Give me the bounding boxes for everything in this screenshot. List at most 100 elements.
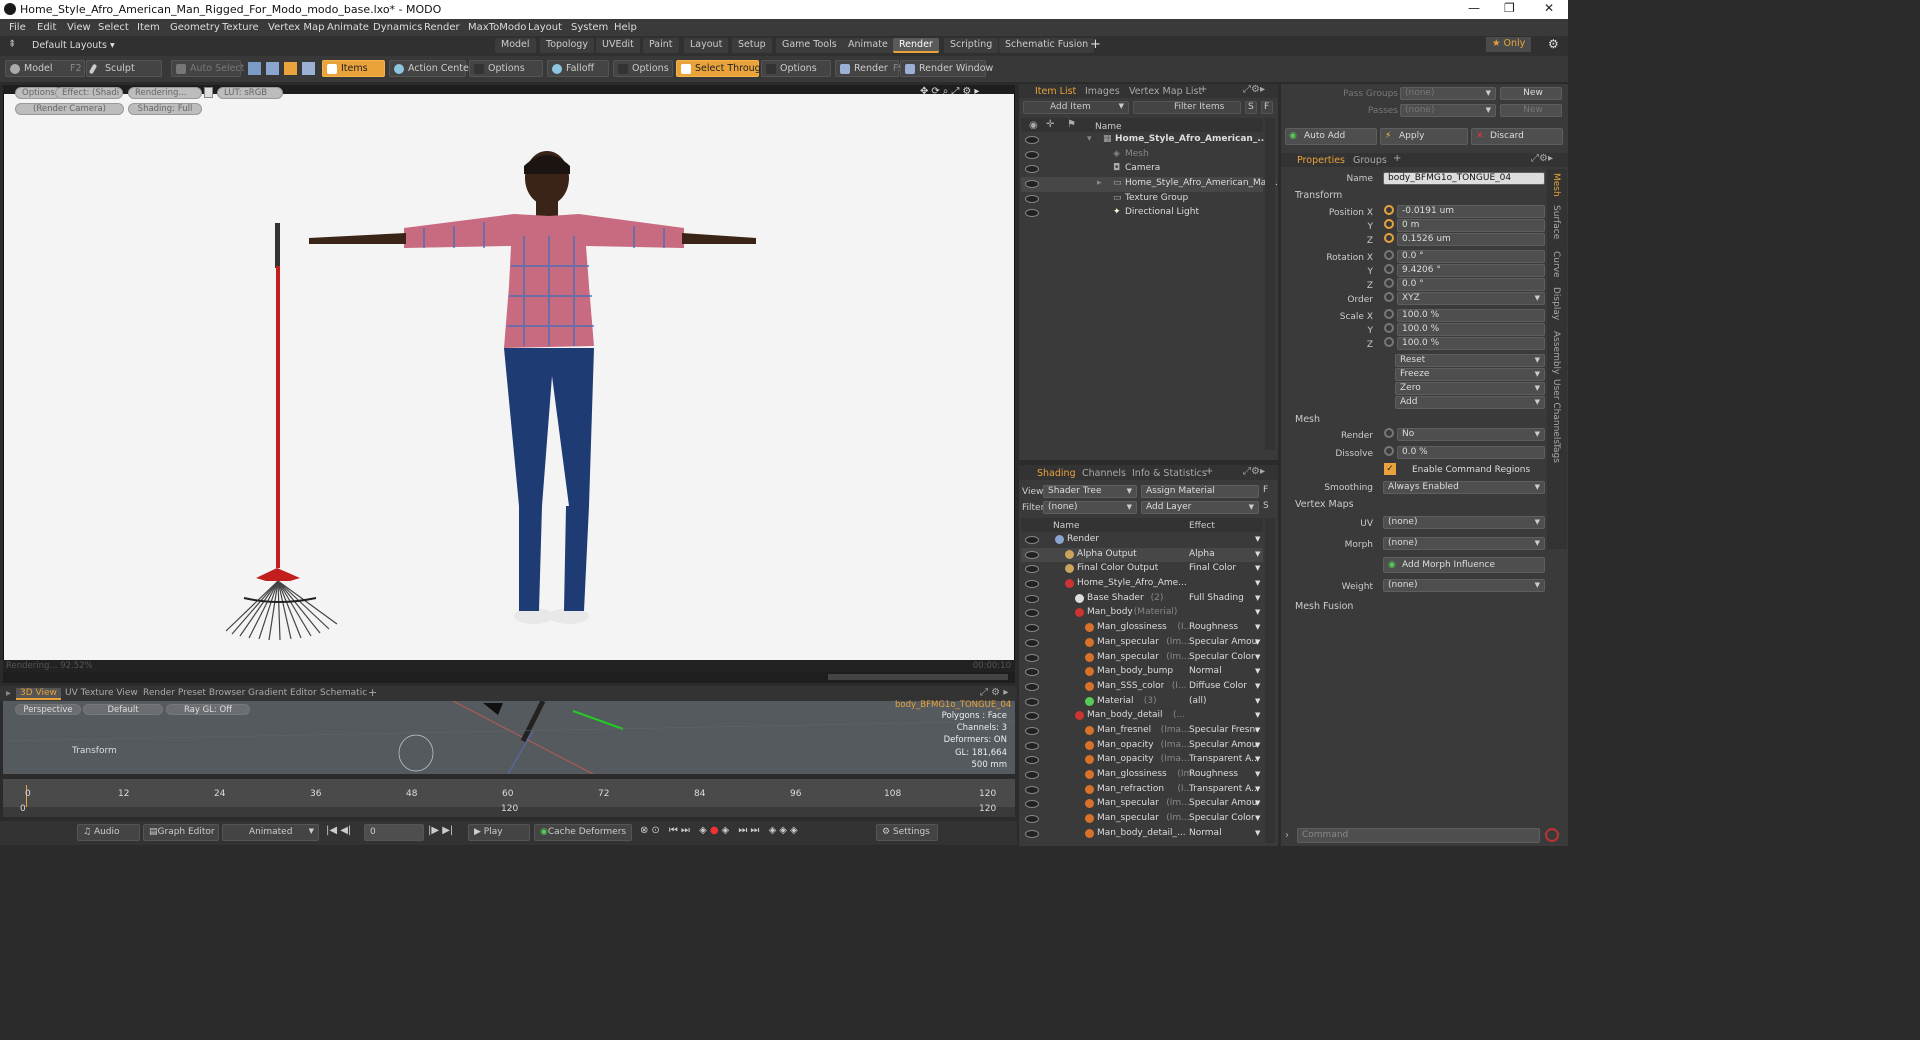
- shader-row[interactable]: Man_refraction (I... Transparent A... ▼: [1021, 783, 1263, 798]
- select-through-button[interactable]: Select Through: [676, 60, 767, 77]
- item-name-input[interactable]: body_BFMG1o_TONGUE_04: [1383, 172, 1545, 185]
- zero-dropdown[interactable]: Zero: [1395, 382, 1545, 395]
- render-window-button[interactable]: Render Window: [900, 60, 993, 77]
- edges-icon[interactable]: [266, 62, 279, 75]
- vertex-maps-section[interactable]: Vertex Maps: [1295, 499, 1354, 510]
- freeze-dropdown[interactable]: Freeze: [1395, 368, 1545, 381]
- shader-row-effect[interactable]: Specular Color: [1189, 813, 1255, 823]
- assign-material-button[interactable]: Assign Material: [1141, 485, 1259, 498]
- tab-animate[interactable]: Animate: [842, 38, 894, 53]
- uv-dropdown[interactable]: (none): [1383, 516, 1545, 529]
- shader-row-effect[interactable]: (all): [1189, 696, 1207, 706]
- default-layouts-menu[interactable]: Default Layouts ▾: [32, 40, 115, 51]
- shader-row-effect[interactable]: Transparent A...: [1189, 754, 1257, 764]
- shader-row[interactable]: Alpha Output Alpha ▼: [1021, 547, 1263, 563]
- gear-icon[interactable]: ⚙: [1548, 37, 1559, 51]
- bottom-panel-icon[interactable]: ▸: [6, 688, 11, 699]
- menu-layout[interactable]: Layout: [528, 22, 562, 33]
- animated-dropdown[interactable]: Animated: [222, 824, 319, 841]
- vertices-icon[interactable]: [248, 62, 261, 75]
- effect-dropdown-icon[interactable]: ▼: [1255, 535, 1260, 543]
- tab-properties[interactable]: Properties: [1297, 155, 1345, 166]
- shader-row[interactable]: Final Color Output Final Color ▼: [1021, 562, 1263, 577]
- keyframe-tools-icons[interactable]: ⊗⊙ ⏮⏭ ◈●◈ ⏭⏭ ◈◈◈: [640, 825, 801, 836]
- auto-select-button[interactable]: Auto Select: [171, 60, 244, 77]
- audio-button[interactable]: ♫ Audio: [77, 824, 140, 841]
- effect-dropdown-icon[interactable]: ▼: [1255, 638, 1260, 646]
- tab-schematic-fusion[interactable]: Schematic Fusion: [999, 38, 1095, 53]
- menu-geometry[interactable]: Geometry: [170, 22, 220, 33]
- frame-input[interactable]: 0: [364, 824, 424, 841]
- shader-row[interactable]: Man_body (Material) ▼: [1021, 606, 1263, 621]
- dissolve-anim-icon[interactable]: [1384, 446, 1394, 456]
- tab-game-tools[interactable]: Game Tools: [776, 38, 843, 53]
- falloff-button[interactable]: Falloff: [547, 60, 609, 77]
- effect-dropdown-icon[interactable]: ▼: [1255, 564, 1260, 572]
- visibility-eye-icon[interactable]: [1025, 638, 1039, 647]
- shader-row-effect[interactable]: Normal: [1189, 666, 1222, 676]
- visibility-eye-icon[interactable]: [1025, 580, 1039, 589]
- effect-dropdown-icon[interactable]: ▼: [1255, 623, 1260, 631]
- visibility-eye-icon[interactable]: [1025, 726, 1039, 735]
- passes-dropdown[interactable]: (none): [1400, 104, 1496, 117]
- expand-arrow-icon[interactable]: ▾: [1087, 134, 1092, 144]
- auto-add-button[interactable]: ◉ Auto Add: [1285, 128, 1377, 145]
- add-transform-dropdown[interactable]: Add: [1395, 396, 1545, 409]
- shader-row-effect[interactable]: Specular Amou...: [1189, 740, 1257, 750]
- shader-row-effect[interactable]: Final Color: [1189, 563, 1236, 573]
- default-shading-button[interactable]: Default: [83, 704, 163, 715]
- scale-x-field[interactable]: 100.0 %: [1397, 309, 1545, 322]
- maximize-button[interactable]: ❐: [1504, 1, 1515, 15]
- side-tab-surface[interactable]: Surface: [1551, 205, 1561, 239]
- panel-menu-icons[interactable]: ⤢⚙▸: [1531, 153, 1553, 164]
- visibility-eye-icon[interactable]: [1025, 609, 1039, 618]
- visibility-eye-icon[interactable]: [1025, 194, 1039, 203]
- tab-uvedit[interactable]: UVEdit: [596, 38, 640, 53]
- shader-row[interactable]: Man_body_detail_... Normal ▼: [1021, 827, 1263, 842]
- shader-row-effect[interactable]: Specular Amou...: [1189, 798, 1257, 808]
- mesh-render-dropdown[interactable]: No: [1397, 428, 1545, 441]
- visibility-eye-icon[interactable]: [1025, 712, 1039, 721]
- scale-y-field[interactable]: 100.0 %: [1397, 323, 1545, 336]
- settings-button[interactable]: ⚙ Settings: [876, 824, 938, 841]
- item-list-scrollbar[interactable]: [1265, 118, 1275, 450]
- menu-texture[interactable]: Texture: [222, 22, 259, 33]
- shader-row-effect[interactable]: Roughness: [1189, 622, 1238, 632]
- select-options-button[interactable]: Options: [761, 60, 831, 77]
- scale-x-anim-icon[interactable]: [1384, 309, 1394, 319]
- cache-deformers-button[interactable]: ◉Cache Deformers: [534, 824, 632, 841]
- scale-z-field[interactable]: 100.0 %: [1397, 337, 1545, 350]
- tab-schematic[interactable]: Schematic: [316, 688, 371, 698]
- shading-full-button[interactable]: Shading: Full: [128, 103, 202, 115]
- menu-render[interactable]: Render: [424, 22, 460, 33]
- play-button[interactable]: ▶ Play: [468, 824, 530, 841]
- side-tab-assembly[interactable]: Assembly: [1551, 331, 1561, 374]
- 3d-view[interactable]: Perspective Default Ray GL: Off Transfor…: [3, 700, 1015, 774]
- position-z-anim-icon[interactable]: [1384, 233, 1394, 243]
- menu-item[interactable]: Item: [137, 22, 160, 33]
- enable-command-regions-checkbox[interactable]: ✓: [1384, 463, 1396, 475]
- menu-select[interactable]: Select: [98, 22, 129, 33]
- item-list-f-button[interactable]: F: [1261, 101, 1273, 114]
- panel-settings-icons[interactable]: ⤢ ⚙ ▸: [980, 687, 1008, 698]
- menu-system[interactable]: System: [571, 22, 608, 33]
- effect-dropdown-icon[interactable]: ▼: [1255, 697, 1260, 705]
- action-center-button[interactable]: Action Center: [389, 60, 473, 77]
- menu-vertex-map[interactable]: Vertex Map: [268, 22, 324, 33]
- viewport-nav-icons[interactable]: ✥⟳⌕⤢⚙▸: [920, 86, 982, 97]
- tab-render-preset-browser[interactable]: Render Preset Browser: [139, 688, 249, 698]
- effect-dropdown-icon[interactable]: ▼: [1255, 829, 1260, 837]
- menu-view[interactable]: View: [67, 22, 91, 33]
- pass-groups-dropdown[interactable]: (none): [1400, 87, 1496, 100]
- shader-row-effect[interactable]: Diffuse Color: [1189, 681, 1247, 691]
- visibility-eye-icon[interactable]: [1025, 771, 1039, 779]
- item-row-mesh[interactable]: ◈ Mesh: [1021, 148, 1263, 163]
- render-camera-button[interactable]: (Render Camera): [15, 103, 124, 115]
- panel-menu-icons[interactable]: ⤢⚙▸: [1243, 466, 1265, 477]
- add-layer-dropdown[interactable]: Add Layer: [1141, 501, 1259, 514]
- tab-images[interactable]: Images: [1085, 86, 1120, 97]
- side-tab-user-channels[interactable]: User Channels: [1551, 379, 1561, 444]
- rotation-y-anim-icon[interactable]: [1384, 264, 1394, 274]
- shader-row-effect[interactable]: Alpha: [1189, 549, 1215, 559]
- action-center-options-button[interactable]: Options: [469, 60, 543, 77]
